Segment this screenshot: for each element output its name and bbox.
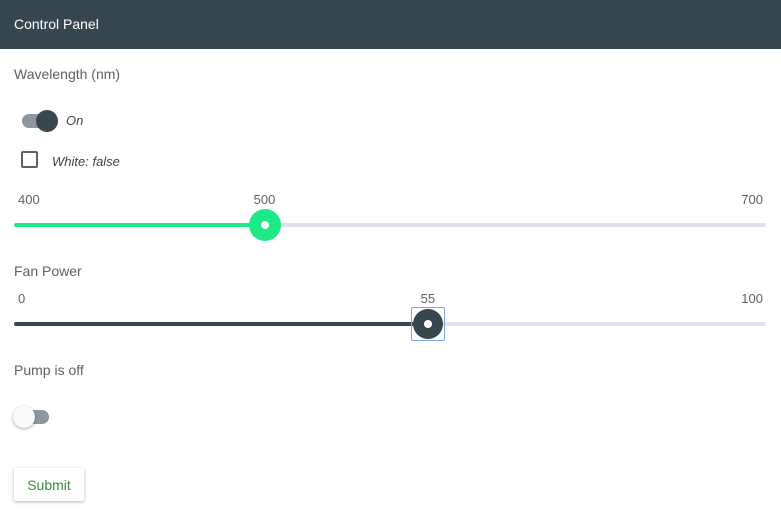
wavelength-max-label: 700 bbox=[741, 192, 763, 207]
wavelength-label: Wavelength (nm) bbox=[14, 66, 121, 82]
pump-label: Pump is off bbox=[14, 362, 84, 378]
fan-value-label: 55 bbox=[420, 291, 436, 306]
white-checkbox[interactable] bbox=[21, 151, 38, 168]
page-title: Control Panel bbox=[14, 16, 99, 32]
wavelength-min-label: 400 bbox=[18, 192, 40, 207]
wavelength-toggle[interactable] bbox=[22, 110, 58, 132]
toggle-knob bbox=[36, 110, 58, 132]
thumb-dot bbox=[423, 320, 432, 328]
wavelength-toggle-label: On bbox=[66, 113, 84, 128]
fan-min-label: 0 bbox=[18, 291, 26, 306]
fan-max-label: 100 bbox=[741, 291, 763, 306]
header-bar: Control Panel bbox=[0, 0, 781, 49]
fan-slider-fill bbox=[14, 322, 428, 326]
wavelength-slider-fill bbox=[14, 223, 265, 227]
submit-button[interactable]: Submit bbox=[14, 468, 84, 501]
wavelength-slider-thumb[interactable] bbox=[248, 209, 281, 241]
wavelength-value-label: 500 bbox=[253, 192, 276, 207]
thumb-dot bbox=[260, 221, 269, 229]
fan-power-label: Fan Power bbox=[14, 263, 82, 279]
toggle-knob bbox=[13, 406, 35, 428]
fan-slider-thumb[interactable] bbox=[412, 309, 443, 339]
white-checkbox-label: White: false bbox=[52, 154, 120, 169]
pump-toggle[interactable] bbox=[13, 406, 49, 428]
